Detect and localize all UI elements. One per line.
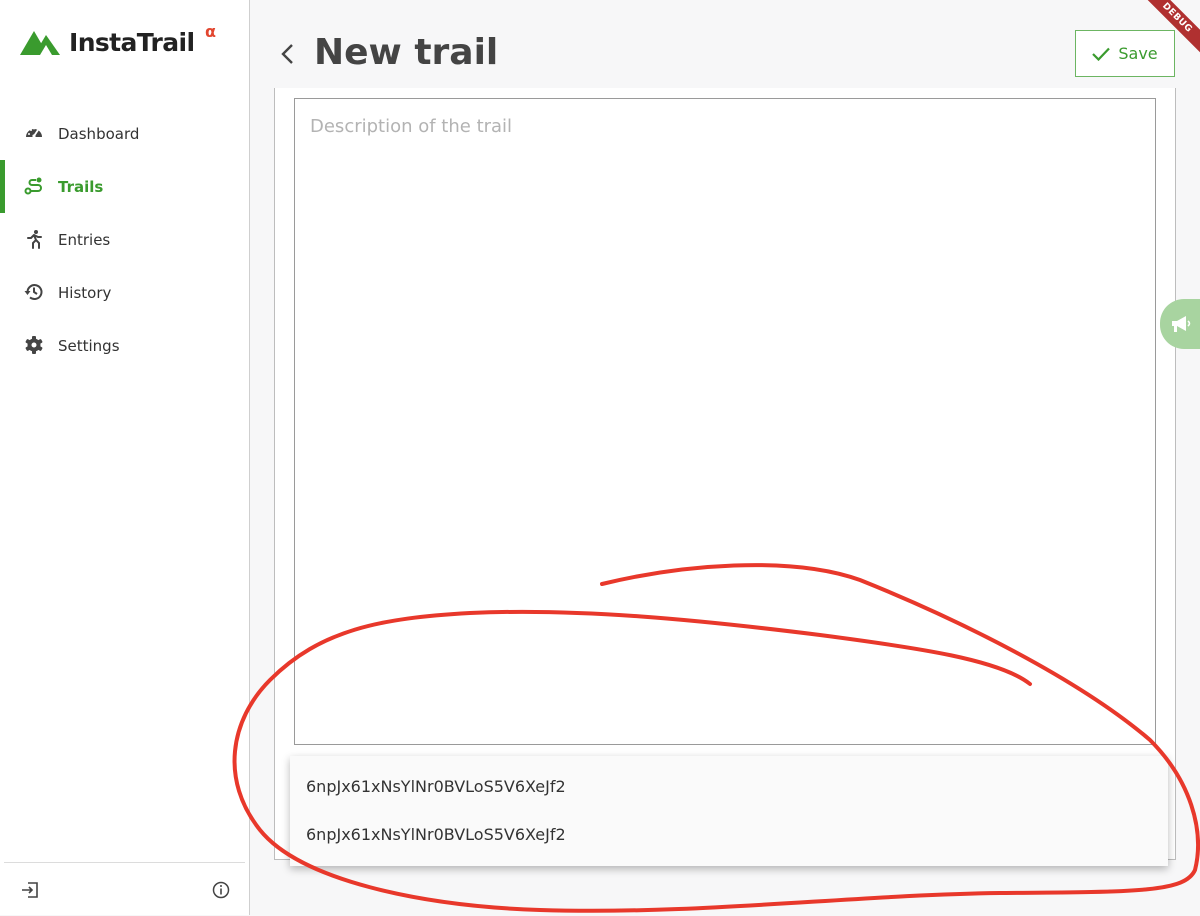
gear-icon [25, 336, 43, 354]
sidebar-item-label: Dashboard [58, 124, 140, 143]
chevron-left-icon[interactable] [278, 42, 298, 66]
runner-icon [27, 230, 42, 249]
autocomplete-option[interactable]: 6npJx61xNsYlNr0BVLoS5V6XeJf2 [306, 825, 566, 844]
description-field[interactable]: Description of the trail [294, 98, 1156, 745]
sidebar-item-label: Entries [58, 230, 111, 249]
route-icon [24, 177, 42, 195]
check-icon [1092, 47, 1111, 61]
sidebar-item-trails[interactable]: Trails [0, 160, 249, 213]
sidebar-footer [4, 862, 245, 916]
page-title: New trail [314, 32, 499, 73]
autocomplete-option[interactable]: 6npJx61xNsYlNr0BVLoS5V6XeJf2 [306, 777, 566, 796]
app-name: InstaTrail [69, 27, 195, 57]
megaphone-icon [1172, 316, 1191, 332]
sidebar: InstaTrail α Dashboard Trails Entries Hi… [0, 0, 250, 915]
sidebar-item-label: History [58, 283, 112, 302]
save-button-label: Save [1118, 44, 1158, 63]
sidebar-item-history[interactable]: History [0, 266, 249, 319]
sidebar-item-settings[interactable]: Settings [0, 319, 249, 372]
sidebar-item-label: Trails [58, 177, 104, 196]
logout-icon[interactable] [20, 880, 40, 900]
sidebar-item-dashboard[interactable]: Dashboard [0, 107, 249, 160]
app-badge: α [205, 22, 216, 41]
sidebar-nav: Dashboard Trails Entries History Setting… [0, 107, 249, 372]
app-logo: InstaTrail α [20, 22, 216, 58]
sidebar-item-label: Settings [58, 336, 120, 355]
speedometer-icon [26, 127, 42, 138]
feedback-button[interactable] [1160, 299, 1200, 349]
history-icon [24, 284, 43, 301]
mountain-logo-icon [20, 31, 60, 55]
save-button[interactable]: Save [1075, 30, 1175, 77]
description-placeholder: Description of the trail [310, 116, 513, 137]
info-icon[interactable] [211, 880, 231, 900]
sidebar-item-entries[interactable]: Entries [0, 213, 249, 266]
autocomplete-dropdown: 6npJx61xNsYlNr0BVLoS5V6XeJf2 6npJx61xNsY… [290, 756, 1168, 866]
